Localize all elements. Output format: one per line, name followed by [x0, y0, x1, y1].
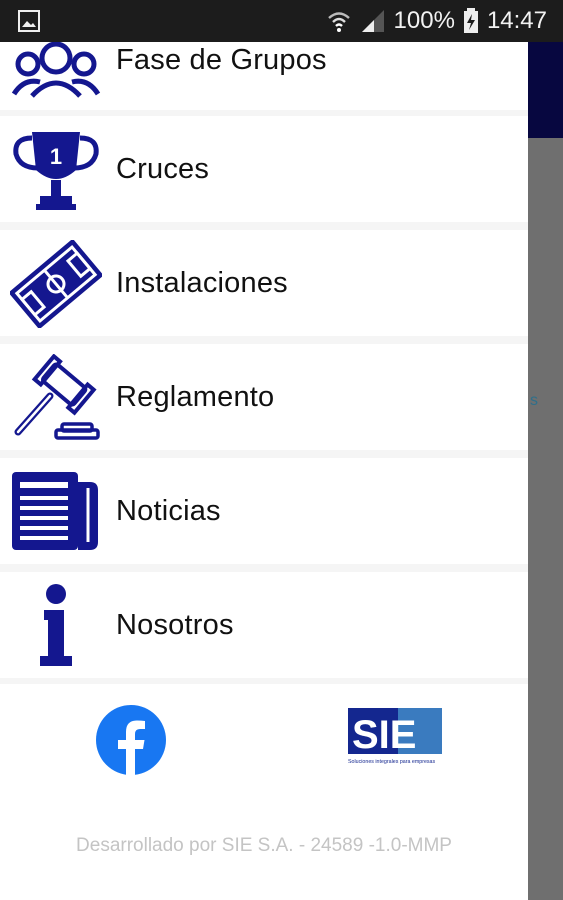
background-text-fragment: s [530, 392, 538, 409]
trophy-icon: 1 [13, 132, 99, 210]
menu-item-label: Cruces [116, 152, 210, 185]
groups-icon [11, 42, 101, 98]
sie-logo-letters: SIE [352, 713, 416, 757]
info-icon [40, 584, 72, 666]
wifi-icon [327, 12, 350, 32]
field-icon [10, 240, 102, 328]
menu-item-label: Noticias [116, 494, 221, 527]
menu-item-label: Reglamento [116, 380, 275, 413]
gallery-notification-icon [18, 10, 40, 32]
menu-item-label: Fase de Grupos [116, 44, 327, 76]
menu-item-noticias[interactable]: Noticias [0, 458, 528, 564]
sie-logo-tagline: Soluciones integrales para empresas [348, 759, 436, 765]
sie-logo[interactable]: SIE Soluciones integrales para empresas [348, 708, 442, 766]
facebook-icon[interactable] [96, 705, 166, 775]
menu-item-cruces[interactable]: 1 Cruces [0, 116, 528, 222]
menu-item-label: Nosotros [116, 608, 234, 641]
menu-item-reglamento[interactable]: Reglamento [0, 344, 528, 450]
battery-charging-icon [463, 8, 478, 33]
drawer-footer [0, 684, 528, 900]
menu-item-nosotros[interactable]: Nosotros [0, 572, 528, 678]
navigation-drawer: Fase de Grupos 1 Cruces Instalaciones Re… [0, 42, 528, 900]
battery-percent: 100% [393, 7, 455, 34]
menu-item-fase-de-grupos[interactable]: Fase de Grupos [0, 42, 528, 110]
status-bar: 100% 14:47 [0, 0, 563, 42]
developer-credit: Desarrollado por SIE S.A. - 24589 -1.0-M… [76, 835, 452, 856]
newspaper-icon [12, 472, 98, 550]
clock: 14:47 [486, 7, 547, 34]
menu-item-label: Instalaciones [116, 266, 288, 299]
svg-text:1: 1 [50, 144, 62, 169]
menu-item-instalaciones[interactable]: Instalaciones [0, 230, 528, 336]
gavel-icon [14, 354, 100, 440]
signal-icon [361, 10, 384, 32]
